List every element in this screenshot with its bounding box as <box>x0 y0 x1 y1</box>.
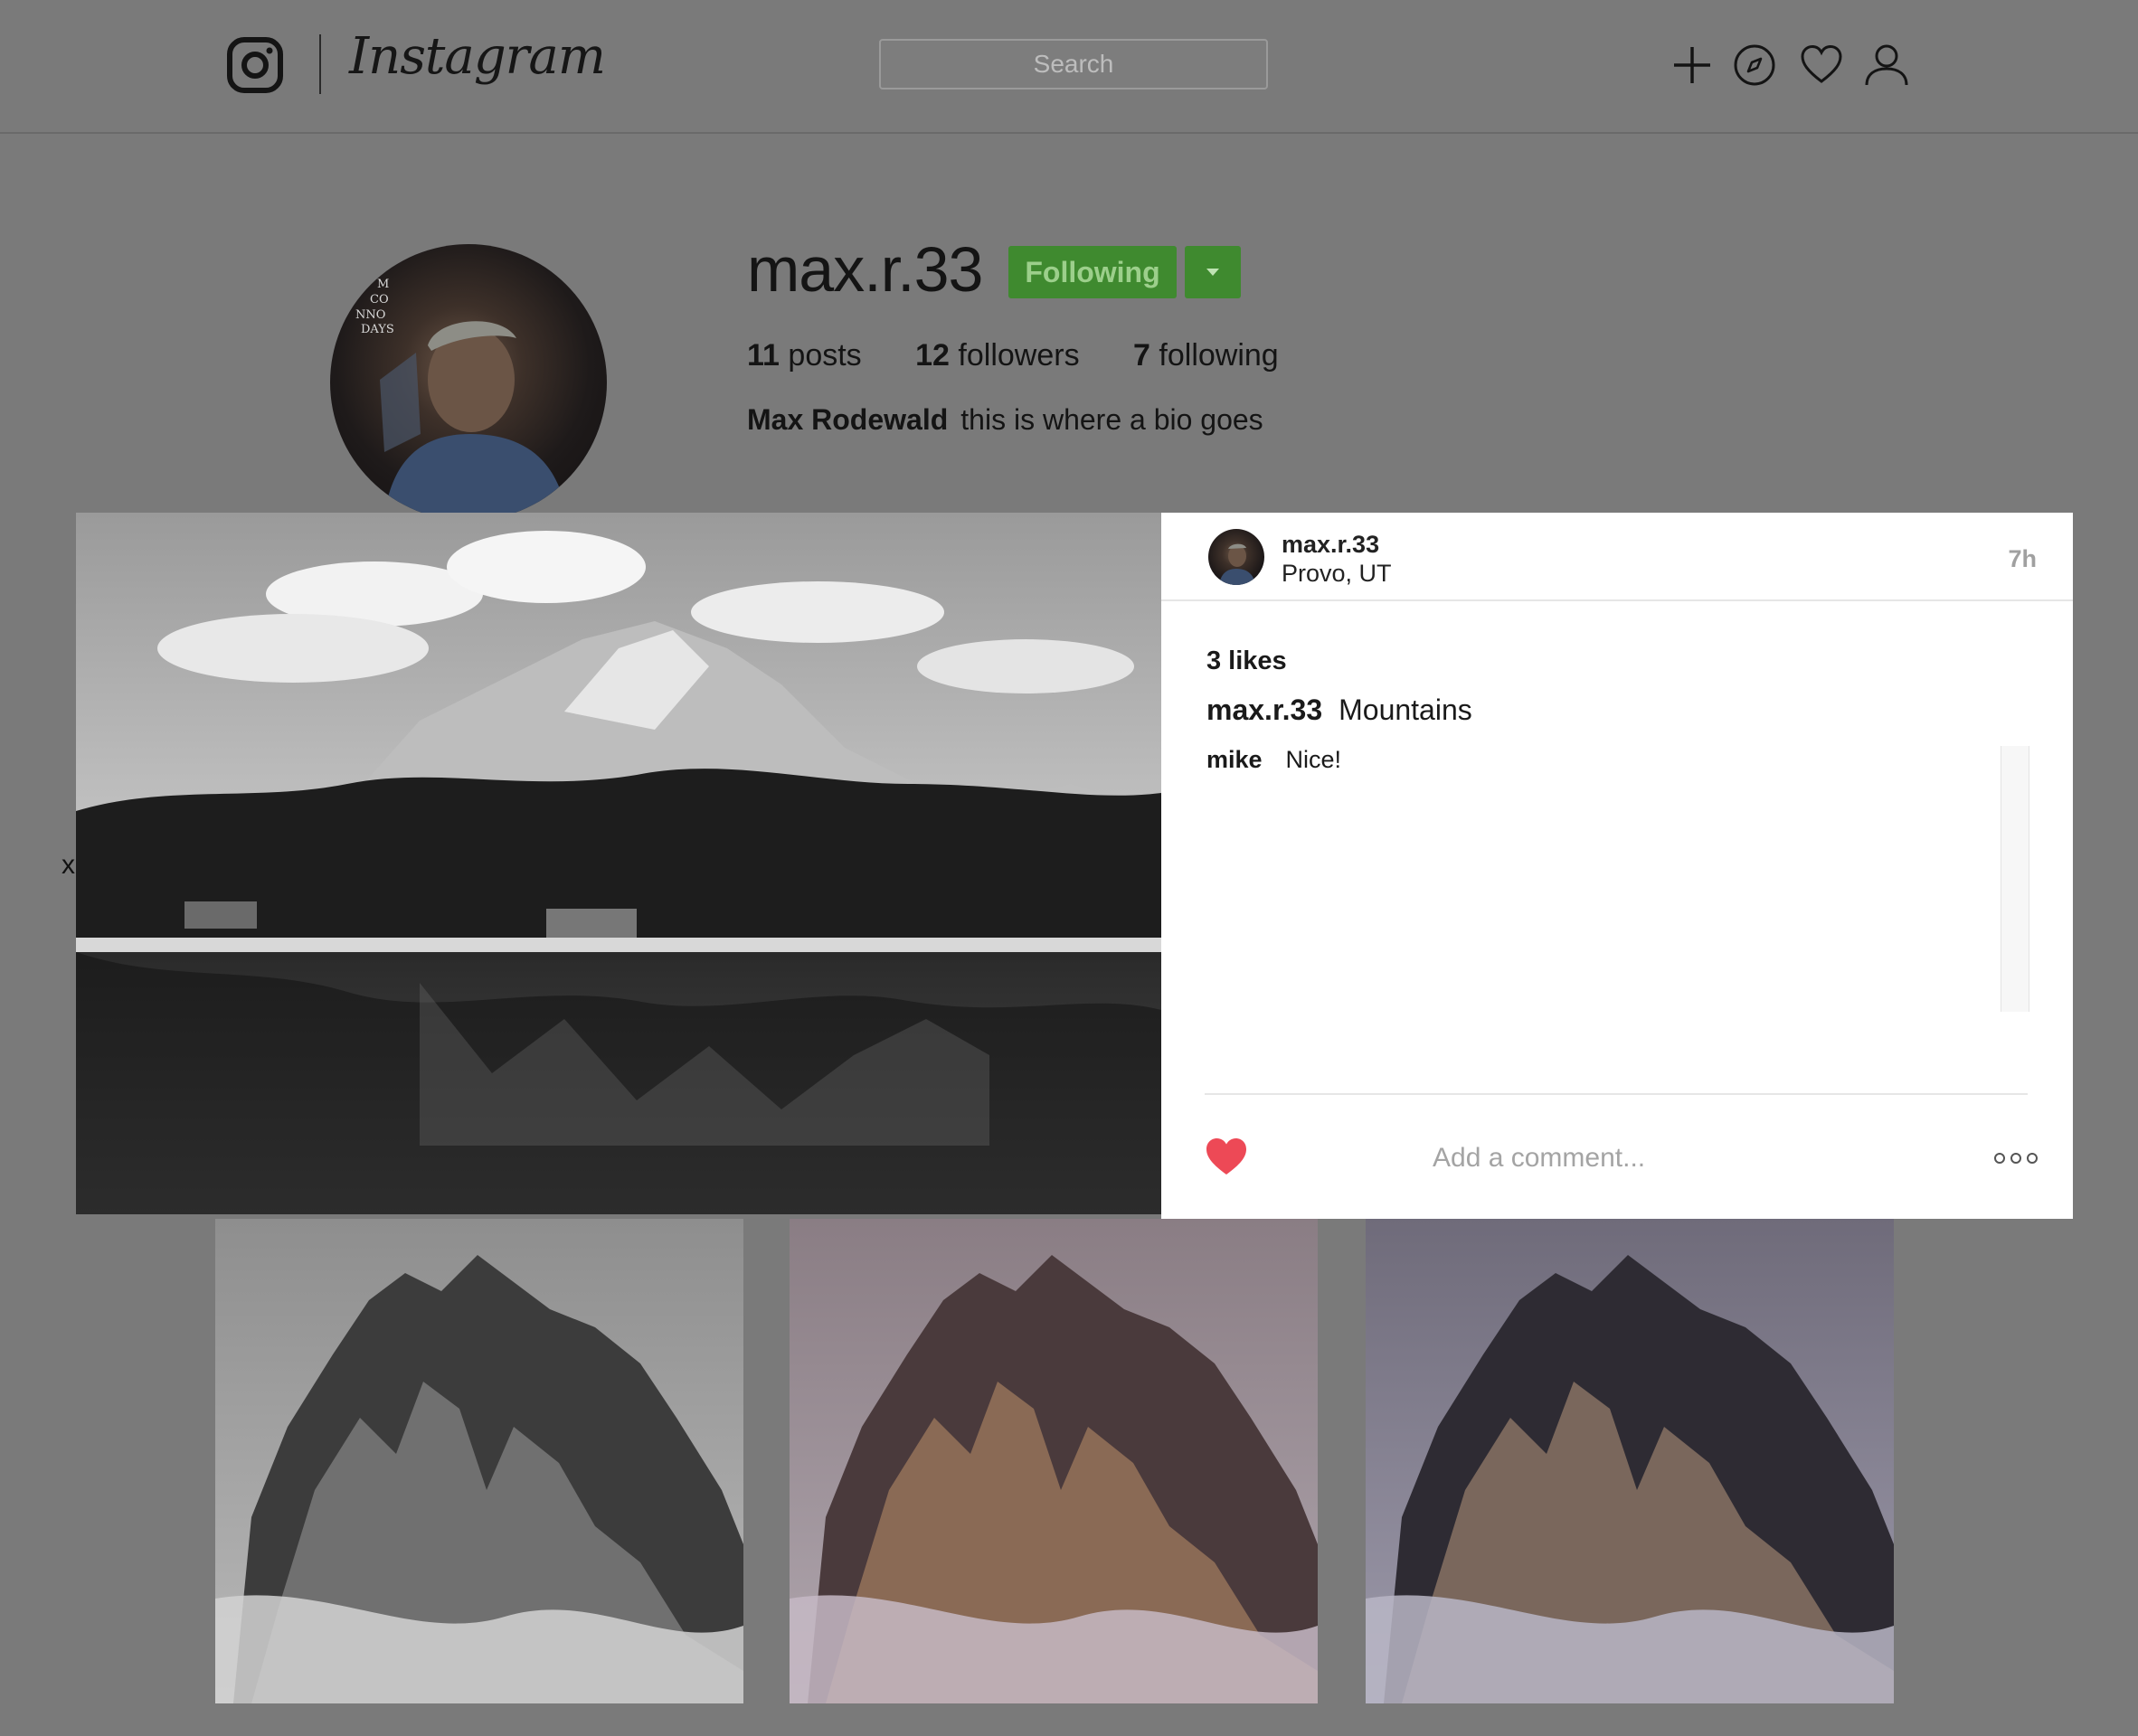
comment-item: mike Nice! <box>1206 746 2031 774</box>
profile-bio: Max Rodewald this is where a bio goes <box>747 403 1263 437</box>
svg-text:NNO: NNO <box>355 308 385 322</box>
profile-username: max.r.33 <box>747 234 983 305</box>
instagram-wordmark[interactable]: Instagram <box>349 27 606 86</box>
likes-count[interactable]: 3 likes <box>1206 646 1287 676</box>
post-thumbnail[interactable] <box>790 1219 1318 1703</box>
post-header: max.r.33 Provo, UT 7h <box>1161 513 2073 601</box>
comment-divider <box>1205 1093 2028 1095</box>
post-location[interactable]: Provo, UT <box>1282 560 1392 588</box>
add-comment-input[interactable] <box>1433 1137 1794 1180</box>
heart-icon[interactable] <box>1798 42 1845 89</box>
brand-divider <box>319 34 321 94</box>
post-thumbnail[interactable] <box>1366 1219 1894 1703</box>
svg-text:CO: CO <box>370 293 389 307</box>
post-author-username[interactable]: max.r.33 <box>1282 531 1379 559</box>
instagram-glyph-icon[interactable] <box>226 36 284 94</box>
compass-icon[interactable] <box>1731 42 1778 89</box>
profile-avatar: M CO NNO DAYS <box>330 244 607 521</box>
caption-username[interactable]: max.r.33 <box>1206 693 1322 726</box>
caret-down-icon <box>1206 269 1219 276</box>
post-author-avatar[interactable] <box>1208 529 1264 585</box>
post-image <box>76 513 1161 1214</box>
post-timestamp: 7h <box>2008 545 2037 572</box>
caption-text: Mountains <box>1339 693 1472 726</box>
like-heart-icon[interactable] <box>1205 1137 1248 1176</box>
post-thumbnail[interactable] <box>215 1219 743 1703</box>
followers-count[interactable]: 12 followers <box>915 338 1079 373</box>
close-modal-button[interactable]: x <box>61 850 75 881</box>
comment-username[interactable]: mike <box>1206 746 1263 773</box>
svg-text:M: M <box>377 278 389 291</box>
svg-text:DAYS: DAYS <box>361 323 394 336</box>
posts-count[interactable]: 11 posts <box>747 338 862 373</box>
comments-list[interactable]: mike Nice! <box>1206 746 2031 1012</box>
top-navigation-bar: Instagram <box>0 0 2138 134</box>
search-input[interactable] <box>879 39 1268 90</box>
profile-full-name: Max Rodewald <box>747 403 949 436</box>
comment-text: Nice! <box>1285 746 1342 773</box>
bio-text: this is where a bio goes <box>960 403 1263 436</box>
comments-scrollbar[interactable] <box>2001 746 2029 1012</box>
following-count[interactable]: 7 following <box>1133 338 1279 373</box>
more-options-icon[interactable] <box>1991 1147 2040 1169</box>
profile-stats: 11 posts 12 followers 7 following <box>747 338 1324 373</box>
post-caption: max.r.33 Mountains <box>1206 693 1472 727</box>
plus-icon[interactable] <box>1669 42 1716 89</box>
user-icon[interactable] <box>1863 42 1910 89</box>
follow-options-button[interactable] <box>1185 246 1241 298</box>
post-detail-panel: max.r.33 Provo, UT 7h 3 likes max.r.33 Mo… <box>1161 513 2073 1219</box>
following-button[interactable]: Following <box>1008 246 1177 298</box>
